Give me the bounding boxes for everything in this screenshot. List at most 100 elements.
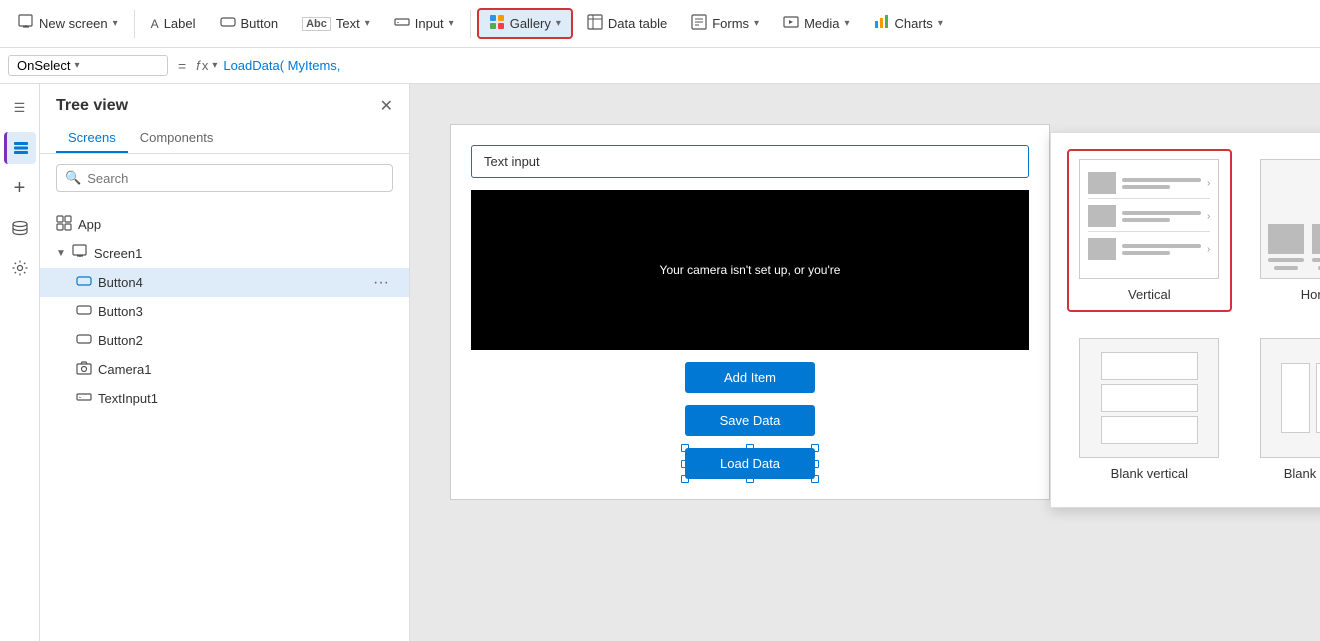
input-chevron-icon: ▾	[449, 18, 454, 29]
gallery-option-vertical[interactable]: › ›	[1067, 149, 1232, 312]
button3-label: Button3	[98, 304, 143, 319]
canvas-area: Text input Your camera isn't set up, or …	[410, 84, 1320, 641]
chev2: ›	[1207, 211, 1210, 222]
vertical-label: Vertical	[1128, 287, 1171, 302]
camera-text: Your camera isn't set up, or you're	[660, 263, 841, 277]
bh-col1	[1281, 363, 1310, 433]
h-line1b	[1274, 266, 1298, 270]
data-icon[interactable]	[4, 212, 36, 244]
blank-horizontal-label: Blank horizontal	[1284, 466, 1320, 481]
gallery-option-blank-horizontal[interactable]: Blank horizontal	[1248, 328, 1320, 491]
button4-actions: ···	[369, 274, 393, 292]
tree-item-camera1[interactable]: Camera1	[40, 355, 409, 384]
gallery-button[interactable]: Gallery ▾	[477, 8, 573, 39]
chev1: ›	[1207, 178, 1210, 189]
media-icon	[783, 14, 799, 33]
button-icon	[220, 14, 236, 33]
fx-label: fx ▾	[196, 58, 217, 73]
save-data-button[interactable]: Save Data	[685, 405, 815, 436]
text-input-field[interactable]: Text input	[471, 145, 1029, 178]
formula-text: LoadData( MyItems,	[223, 58, 1312, 73]
img3	[1088, 238, 1116, 260]
sidebar-tabs: Screens Components	[40, 124, 409, 154]
button4-menu-button[interactable]: ···	[369, 274, 393, 292]
formula-selector[interactable]: OnSelect ▾	[8, 55, 168, 76]
expand-icon: ▼	[56, 248, 66, 259]
search-icon: 🔍	[65, 170, 81, 186]
forms-icon	[691, 14, 707, 33]
tree-item-textinput1[interactable]: TextInput1	[40, 384, 409, 413]
h-img1	[1268, 224, 1304, 254]
app-icon	[56, 215, 72, 234]
tab-screens[interactable]: Screens	[56, 124, 128, 153]
input-button[interactable]: Input ▾	[384, 10, 464, 37]
line3a	[1122, 244, 1201, 248]
line1a	[1122, 178, 1201, 182]
media-chevron-icon: ▾	[844, 18, 849, 29]
forms-button[interactable]: Forms ▾	[681, 10, 769, 37]
divider-1	[134, 10, 135, 38]
text-chevron-icon: ▾	[365, 18, 370, 29]
toolbar: New screen ▾ A Label Button Abc Text ▾ I…	[0, 0, 1320, 48]
equals-sign: =	[174, 58, 190, 74]
new-screen-button[interactable]: New screen ▾	[8, 10, 128, 37]
camera-icon	[76, 360, 92, 379]
img2	[1088, 205, 1116, 227]
new-screen-chevron-icon: ▾	[113, 18, 118, 29]
formula-selector-chevron: ▾	[74, 60, 79, 71]
forms-chevron-icon: ▾	[754, 18, 759, 29]
screen-icon	[72, 244, 88, 263]
media-button[interactable]: Media ▾	[773, 10, 859, 37]
charts-chevron-icon: ▾	[938, 18, 943, 29]
charts-label: Charts	[895, 16, 933, 31]
new-screen-label: New screen	[39, 16, 108, 31]
label-button[interactable]: A Label	[141, 12, 206, 35]
hamburger-icon[interactable]: ☰	[4, 92, 36, 124]
sidebar-header: Tree view ✕	[40, 84, 409, 124]
data-table-button[interactable]: Data table	[577, 10, 677, 37]
screen1-label: Screen1	[94, 246, 142, 261]
canvas-content: Text input Your camera isn't set up, or …	[450, 124, 1050, 500]
load-data-button[interactable]: Load Data	[685, 448, 815, 479]
button-label-text: Button	[241, 16, 279, 31]
settings-icon[interactable]	[4, 252, 36, 284]
app-label: App	[78, 217, 101, 232]
data-table-label: Data table	[608, 16, 667, 31]
vertical-preview: › ›	[1079, 159, 1219, 279]
text-label: Text	[336, 16, 360, 31]
tree-item-screen1[interactable]: ▼ Screen1	[40, 239, 409, 268]
tree-item-button2[interactable]: Button2	[40, 326, 409, 355]
tree-section: App ▼ Screen1 Button4 ···	[40, 202, 409, 641]
gallery-option-horizontal[interactable]: Horizontal	[1248, 149, 1320, 312]
bh-col2	[1316, 363, 1320, 433]
tree-item-app[interactable]: App	[40, 210, 409, 239]
sidebar-close-button[interactable]: ✕	[380, 96, 393, 116]
label-icon: A	[151, 17, 159, 31]
blank-vertical-label: Blank vertical	[1111, 466, 1188, 481]
bh-inner	[1281, 352, 1320, 444]
tab-components[interactable]: Components	[128, 124, 226, 153]
text-icon: Abc	[302, 17, 331, 31]
input-label: Input	[415, 16, 444, 31]
media-label: Media	[804, 16, 839, 31]
plus-icon[interactable]: +	[4, 172, 36, 204]
bv-row3	[1101, 416, 1199, 444]
text-button[interactable]: Abc Text ▾	[292, 12, 380, 35]
bv-inner	[1101, 352, 1199, 444]
textinput-icon	[76, 389, 92, 408]
layers-icon[interactable]	[4, 132, 36, 164]
search-input[interactable]	[87, 171, 384, 186]
horizontal-label: Horizontal	[1301, 287, 1320, 302]
tree-item-button3[interactable]: Button3	[40, 297, 409, 326]
lines3	[1122, 244, 1201, 255]
tree-item-button4[interactable]: Button4 ···	[40, 268, 409, 297]
add-item-button[interactable]: Add Item	[685, 362, 815, 393]
charts-button[interactable]: Charts ▾	[864, 10, 953, 37]
bv-row1	[1101, 352, 1199, 380]
blank-vertical-preview	[1079, 338, 1219, 458]
hcol1	[1268, 224, 1304, 270]
gallery-option-blank-vertical[interactable]: Blank vertical	[1067, 328, 1232, 491]
data-table-icon	[587, 14, 603, 33]
gallery-dropdown: › ›	[1050, 132, 1320, 508]
button-toolbar-button[interactable]: Button	[210, 10, 289, 37]
